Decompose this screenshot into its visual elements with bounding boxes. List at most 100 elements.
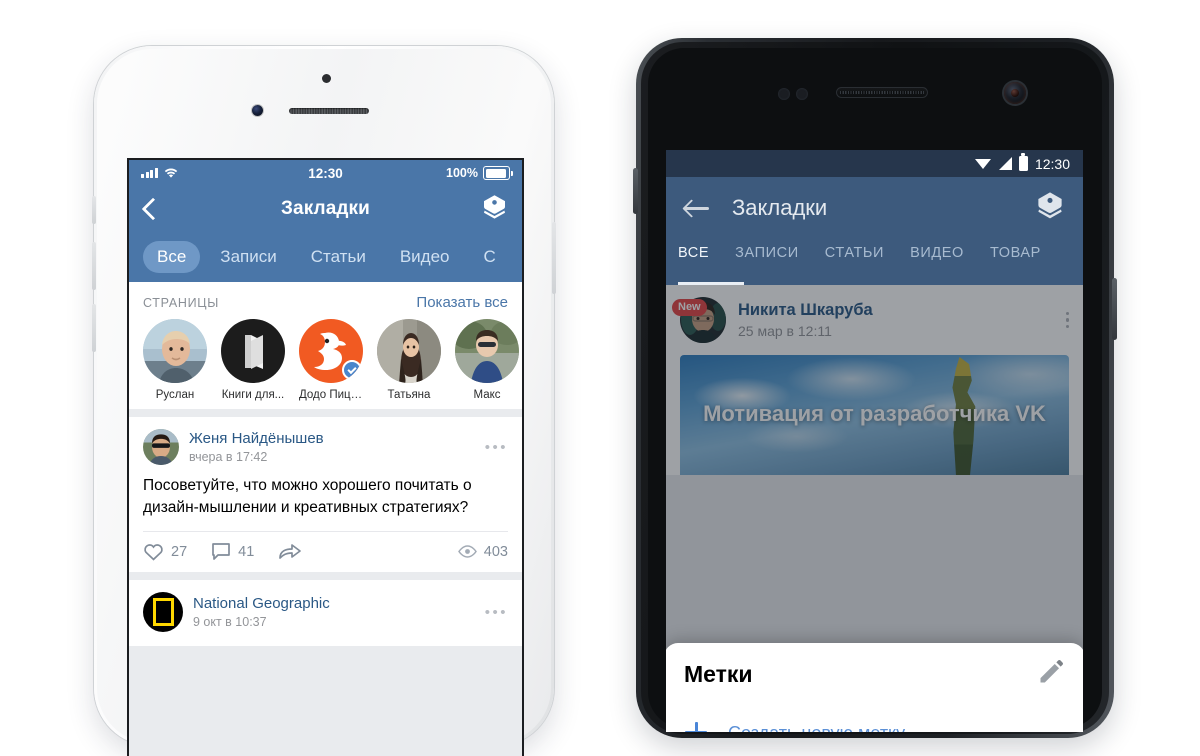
android-status-bar: 12:30 xyxy=(666,150,1083,177)
pencil-icon[interactable] xyxy=(1037,658,1065,691)
show-all-link[interactable]: Показать все xyxy=(416,294,508,311)
iphone-mute-switch[interactable] xyxy=(92,196,96,224)
more-horizontal-icon[interactable]: ••• xyxy=(485,604,508,621)
pages-avatar-row: Руслан Книги для... Додо Пицца Татьяна М… xyxy=(129,319,522,401)
cell-signal-icon xyxy=(998,157,1012,170)
verified-badge-icon xyxy=(342,360,362,380)
avatar[interactable] xyxy=(143,429,179,465)
page-title: Закладки xyxy=(281,198,370,219)
tab-vse[interactable]: ВСЕ xyxy=(678,239,709,261)
android-screen: 12:30 Закладки ВСЕ ЗАПИСИ СТАТЬИ ВИДЕО Т… xyxy=(666,150,1083,732)
iphone-power-button[interactable] xyxy=(552,222,556,294)
tab-zapisi[interactable]: ЗАПИСИ xyxy=(735,239,799,261)
post-author-name[interactable]: National Geographic xyxy=(193,595,330,612)
post-text: Посоветуйте, что можно хорошего почитать… xyxy=(143,477,472,516)
tag-icon[interactable] xyxy=(481,193,508,226)
heart-icon xyxy=(144,544,163,561)
android-content: New Никита Шкаруба 25 мар в 12:11 Мотива… xyxy=(666,285,1083,732)
iphone-volume-down-button[interactable] xyxy=(92,304,96,352)
tab-tovary[interactable]: ТОВАР xyxy=(990,239,1041,261)
ios-nav-bar: Закладки xyxy=(129,186,522,232)
battery-percent-label: 100% xyxy=(446,166,478,180)
avatar xyxy=(377,319,441,383)
android-nav-bar: Закладки xyxy=(666,177,1083,239)
android-clock: 12:30 xyxy=(1034,155,1070,172)
android-power-button[interactable] xyxy=(1112,278,1117,340)
post-author-name[interactable]: Женя Найдёнышев xyxy=(189,430,324,447)
tab-zapisi[interactable]: Записи xyxy=(206,241,290,273)
post-author-block: Женя Найдёнышев вчера в 17:42 xyxy=(189,430,324,463)
labels-bottom-sheet: Метки Создать новую метку xyxy=(666,643,1083,732)
page-item-dodo[interactable]: Додо Пицца xyxy=(299,319,363,401)
like-count: 27 xyxy=(171,543,188,560)
battery-icon xyxy=(1018,153,1028,171)
views-counter: 403 xyxy=(457,543,508,560)
iphone-device: 12:30 100% Закладки Все Записи Статьи Ви… xyxy=(92,46,556,756)
tab-video[interactable]: ВИДЕО xyxy=(910,239,964,261)
android-tab-bar: ВСЕ ЗАПИСИ СТАТЬИ ВИДЕО ТОВАР xyxy=(666,239,1083,285)
like-button[interactable]: 27 xyxy=(143,542,187,561)
tab-vse[interactable]: Все xyxy=(143,241,201,273)
page-title: Закладки xyxy=(732,195,828,220)
avatar xyxy=(221,319,285,383)
photo-woman xyxy=(377,319,441,383)
back-button[interactable] xyxy=(143,197,156,221)
iphone-volume-up-button[interactable] xyxy=(92,242,96,290)
share-icon xyxy=(279,544,302,559)
post-header: Женя Найдёнышев вчера в 17:42 ••• xyxy=(143,429,508,465)
page-name: Книги для... xyxy=(221,389,285,401)
comment-count: 41 xyxy=(238,543,255,560)
page-name: Додо Пицца xyxy=(299,389,363,401)
create-label-text: Создать новую метку xyxy=(728,723,905,733)
wifi-icon xyxy=(974,157,992,170)
post-card: Женя Найдёнышев вчера в 17:42 ••• Посове… xyxy=(129,417,522,572)
back-button[interactable] xyxy=(684,198,710,218)
page-item-knigi[interactable]: Книги для... xyxy=(221,319,285,401)
post-action-bar: 27 41 403 xyxy=(143,531,508,572)
iphone-proximity-sensor xyxy=(322,74,331,83)
post-timestamp: вчера в 17:42 xyxy=(189,449,268,464)
pages-header: СТРАНИЦЫ Показать все xyxy=(129,292,522,319)
photo-man xyxy=(143,319,207,383)
ios-status-right: 100% xyxy=(446,166,513,180)
tab-stati[interactable]: СТАТЬИ xyxy=(825,239,884,261)
android-front-camera xyxy=(1004,82,1026,104)
eye-icon xyxy=(457,545,477,558)
page-item-tatyana[interactable]: Татьяна xyxy=(377,319,441,401)
national-geographic-logo xyxy=(152,598,174,626)
avatar xyxy=(143,319,207,383)
post-header: National Geographic 9 окт в 10:37 ••• xyxy=(143,592,508,632)
page-item-maks[interactable]: Макс xyxy=(455,319,519,401)
avatar xyxy=(299,319,363,383)
sheet-title: Метки xyxy=(684,660,753,687)
avatar[interactable] xyxy=(143,592,183,632)
create-label-row[interactable]: Создать новую метку xyxy=(684,705,1065,732)
photo-child xyxy=(455,319,519,383)
battery-full-icon xyxy=(483,166,513,180)
comment-button[interactable]: 41 xyxy=(211,542,254,561)
tag-icon[interactable] xyxy=(1035,190,1065,226)
tab-stati[interactable]: Статьи xyxy=(297,241,380,273)
post-timestamp: 9 окт в 10:37 xyxy=(193,614,267,629)
views-count: 403 xyxy=(483,543,508,560)
android-sensors xyxy=(778,88,808,100)
page-name: Руслан xyxy=(155,389,195,401)
share-button[interactable] xyxy=(278,542,302,561)
android-device: 12:30 Закладки ВСЕ ЗАПИСИ СТАТЬИ ВИДЕО Т… xyxy=(633,38,1117,738)
photo-man xyxy=(143,429,179,465)
iphone-screen: 12:30 100% Закладки Все Записи Статьи Ви… xyxy=(129,160,522,756)
comment-icon xyxy=(212,543,230,560)
page-item-ruslan[interactable]: Руслан xyxy=(143,319,207,401)
screenshot-stage: 12:30 100% Закладки Все Записи Статьи Ви… xyxy=(0,0,1200,756)
ios-status-bar: 12:30 100% xyxy=(129,160,522,186)
android-volume-button[interactable] xyxy=(633,168,638,214)
tab-video[interactable]: Видео xyxy=(386,241,464,273)
plus-icon xyxy=(684,721,708,732)
ios-content: СТРАНИЦЫ Показать все Руслан Книги для..… xyxy=(129,282,522,756)
iphone-front-camera xyxy=(252,105,263,116)
avatar xyxy=(455,319,519,383)
page-name: Макс xyxy=(473,389,501,401)
book-logo xyxy=(221,319,285,383)
more-horizontal-icon[interactable]: ••• xyxy=(485,439,508,456)
tab-tovary[interactable]: С xyxy=(469,241,509,273)
